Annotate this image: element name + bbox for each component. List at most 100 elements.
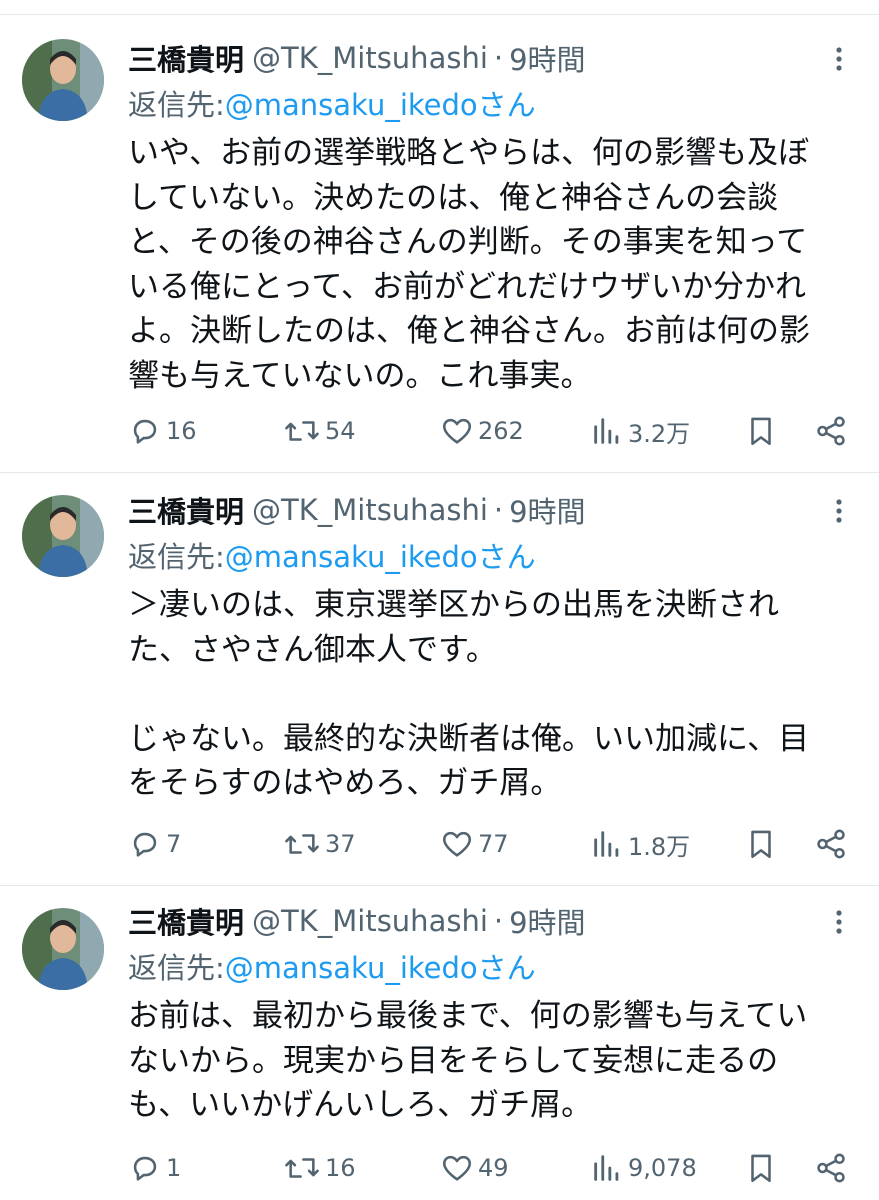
tweet[interactable]: 三橋貴明 @TK_Mitsuhashi · 9時間 返信先: @mansaku_… (0, 473, 879, 886)
reply-prefix: 返信先: (128, 951, 225, 985)
reply-mention-link[interactable]: @mansaku_ikedoさん (225, 534, 536, 576)
user-handle[interactable]: @TK_Mitsuhashi (252, 41, 488, 75)
more-vertical-icon[interactable] (819, 902, 859, 942)
more-vertical-icon[interactable] (819, 39, 859, 79)
reply-icon (133, 419, 157, 444)
tweet-text-line: ＞凄いのは、東京選挙区からの出馬を決断され (128, 587, 779, 623)
views-count: 3.2万 (628, 419, 691, 448)
tweet-text-line: ないから。現実から目をそらして妄想に走るの (128, 1042, 779, 1079)
views-icon (594, 831, 619, 857)
like-count: 49 (478, 1154, 509, 1182)
views-button[interactable]: 9,078 (590, 1144, 697, 1192)
tweet-text-line: をそらすのはやめろ、ガチ屑。 (128, 765, 562, 801)
reply-icon (133, 1156, 157, 1181)
display-name[interactable]: 三橋貴明 (128, 900, 244, 942)
display-name[interactable]: 三橋貴明 (128, 37, 244, 79)
tweet[interactable]: 三橋貴明 @TK_Mitsuhashi · 9時間 返信先: @mansaku_… (0, 886, 879, 1200)
like-count: 77 (478, 830, 509, 858)
heart-icon (442, 831, 472, 857)
retweet-count: 54 (325, 417, 356, 445)
views-icon (594, 418, 619, 444)
tweet-text-line: いや、お前の選挙戦略とやらは、何の影響も及ぼ (128, 135, 810, 171)
retweet-icon (285, 834, 319, 854)
tweet-text-line: いる俺にとって、お前がどれだけウザいか分かれ (128, 268, 806, 305)
retweet-button[interactable]: 37 (283, 820, 356, 868)
display-name[interactable]: 三橋貴明 (128, 489, 244, 531)
views-count: 1.8万 (628, 832, 691, 861)
tweet-text: いや、お前の選挙戦略とやらは、何の影響も及ぼ していない。決めたのは、俺と神谷さ… (128, 131, 859, 398)
tweet-header: 三橋貴明 @TK_Mitsuhashi · 9時間 (128, 35, 859, 81)
share-icon (817, 416, 845, 446)
reply-button[interactable]: 7 (128, 820, 181, 868)
avatar[interactable] (22, 39, 104, 121)
views-button[interactable]: 1.8万 (590, 820, 690, 868)
like-button[interactable]: 262 (440, 407, 524, 455)
tweet-header: 三橋貴明 @TK_Mitsuhashi · 9時間 (128, 487, 859, 533)
like-button[interactable]: 77 (440, 820, 509, 868)
reply-icon (133, 832, 157, 857)
views-button[interactable]: 3.2万 (590, 407, 690, 455)
tweet-text-line: た、さやさん御本人です。 (128, 631, 497, 668)
share-icon (817, 1153, 845, 1183)
bookmark-button[interactable] (744, 407, 778, 455)
reply-button[interactable]: 1 (128, 1144, 181, 1192)
retweet-button[interactable]: 16 (283, 1144, 356, 1192)
avatar[interactable] (22, 908, 104, 990)
tweet-text-line: じゃない。最終的な決断者は俺。いい加減に、目 (128, 720, 810, 757)
retweet-icon (285, 421, 319, 441)
separator-dot: · (493, 41, 504, 75)
reply-mention-link[interactable]: @mansaku_ikedoさん (225, 82, 536, 124)
user-handle[interactable]: @TK_Mitsuhashi (252, 493, 488, 527)
tweet-text-line: と、その後の神谷さんの判断。その事実を知って (128, 224, 808, 260)
timestamp[interactable]: 9時間 (509, 900, 585, 942)
share-icon (817, 829, 845, 859)
separator-dot: · (493, 493, 504, 527)
views-icon (594, 1155, 619, 1181)
reply-to: 返信先: @mansaku_ikedoさん (128, 944, 859, 988)
retweet-count: 16 (325, 1154, 356, 1182)
bookmark-button[interactable] (744, 820, 778, 868)
share-button[interactable] (814, 407, 848, 455)
tweet-text: ＞凄いのは、東京選挙区からの出馬を決断され た、さやさん御本人です。 じゃない。… (128, 583, 859, 806)
action-bar: 16 54 262 3.2万 (128, 407, 859, 455)
tweet-text-line: していない。決めたのは、俺と神谷さんの会談 (128, 179, 779, 216)
share-button[interactable] (814, 820, 848, 868)
tweet-text-line: お前は、最初から最後まで、何の影響も与えてい (128, 998, 808, 1034)
timestamp[interactable]: 9時間 (509, 489, 585, 531)
reply-button[interactable]: 16 (128, 407, 197, 455)
heart-icon (442, 1155, 472, 1181)
tweet-header: 三橋貴明 @TK_Mitsuhashi · 9時間 (128, 898, 859, 944)
tweet-text: お前は、最初から最後まで、何の影響も与えてい ないから。現実から目をそらして妄想… (128, 994, 859, 1128)
tweet-text-line: も、いいかげんいしろ、ガチ屑。 (128, 1087, 593, 1123)
retweet-count: 37 (325, 830, 356, 858)
reply-prefix: 返信先: (128, 540, 225, 574)
timestamp[interactable]: 9時間 (509, 37, 585, 79)
bookmark-icon (751, 417, 771, 446)
separator-dot: · (493, 904, 504, 938)
reply-count: 1 (166, 1154, 182, 1182)
reply-to: 返信先: @mansaku_ikedoさん (128, 81, 859, 125)
avatar[interactable] (22, 495, 104, 577)
bookmark-icon (751, 1154, 771, 1183)
like-button[interactable]: 49 (440, 1144, 509, 1192)
reply-mention-link[interactable]: @mansaku_ikedoさん (225, 945, 536, 987)
reply-count: 7 (166, 830, 182, 858)
user-handle[interactable]: @TK_Mitsuhashi (252, 904, 488, 938)
reply-to: 返信先: @mansaku_ikedoさん (128, 533, 859, 577)
paragraph-break (128, 672, 859, 717)
retweet-icon (285, 1158, 319, 1178)
bookmark-button[interactable] (744, 1144, 778, 1192)
more-vertical-icon[interactable] (819, 491, 859, 531)
reply-prefix: 返信先: (128, 88, 225, 122)
action-bar: 1 16 49 9,078 (128, 1144, 859, 1192)
tweet[interactable]: 三橋貴明 @TK_Mitsuhashi · 9時間 返信先: @mansaku_… (0, 15, 879, 473)
heart-icon (442, 418, 472, 444)
reply-count: 16 (166, 417, 197, 445)
share-button[interactable] (814, 1144, 848, 1192)
tweet-text-line: 響も与えていないの。これ事実。 (128, 357, 592, 394)
views-count: 9,078 (628, 1154, 697, 1182)
bookmark-icon (751, 830, 771, 859)
like-count: 262 (478, 417, 524, 445)
action-bar: 7 37 77 1.8万 (128, 820, 859, 868)
retweet-button[interactable]: 54 (283, 407, 356, 455)
